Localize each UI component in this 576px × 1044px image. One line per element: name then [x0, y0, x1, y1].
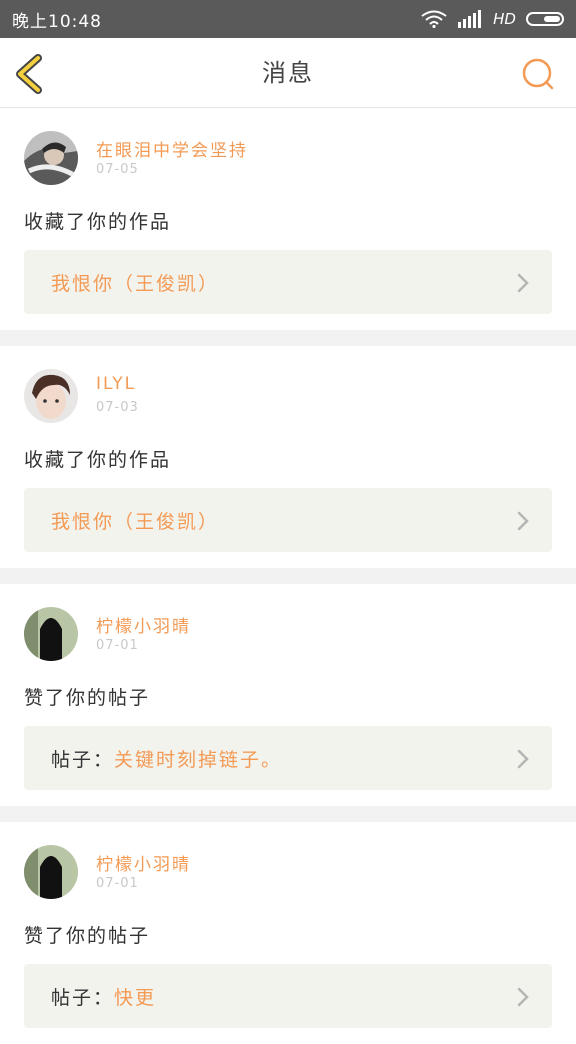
message-card: 柠檬小羽晴 07-01 赞了你的帖子 帖子： 关键时刻掉链子。	[0, 584, 576, 806]
ref-label: 帖子：	[51, 986, 115, 1009]
search-icon[interactable]	[520, 56, 556, 92]
user-name[interactable]: ILYL	[96, 374, 136, 394]
ref-title: 我恨你（王俊凯）	[51, 510, 220, 533]
status-bar: 晚上10:48 HD	[0, 0, 576, 38]
reference-link[interactable]: 我恨你（王俊凯）	[24, 488, 552, 552]
avatar[interactable]	[24, 845, 78, 899]
reference-link[interactable]: 我恨你（王俊凯）	[24, 250, 552, 314]
reference-link[interactable]: 帖子： 关键时刻掉链子。	[24, 726, 552, 790]
message-date: 07-01	[96, 638, 139, 653]
message-card: 在眼泪中学会坚持 07-05 收藏了你的作品 我恨你（王俊凯）	[0, 108, 576, 330]
ref-label: 帖子：	[51, 748, 115, 771]
wifi-icon	[421, 10, 447, 28]
status-time: 晚上10:48	[12, 11, 102, 32]
message-date: 07-05	[96, 162, 139, 177]
message-action: 收藏了你的作品	[24, 449, 172, 471]
message-card: 柠檬小羽晴 07-01 赞了你的帖子 帖子： 快更	[0, 822, 576, 1044]
message-date: 07-01	[96, 876, 139, 891]
avatar[interactable]	[24, 607, 78, 661]
ref-title: 我恨你（王俊凯）	[51, 272, 220, 295]
chevron-right-icon	[517, 511, 529, 531]
chevron-right-icon	[517, 987, 529, 1007]
user-name[interactable]: 在眼泪中学会坚持	[96, 136, 248, 161]
message-action: 赞了你的帖子	[24, 925, 151, 947]
ref-title: 关键时刻掉链子。	[114, 748, 283, 771]
app-header: 消息	[0, 38, 576, 108]
ref-title: 快更	[114, 986, 157, 1009]
user-name[interactable]: 柠檬小羽晴	[96, 850, 191, 875]
network-type: HD	[493, 10, 516, 28]
message-card: ILYL 07-03 收藏了你的作品 我恨你（王俊凯）	[0, 346, 576, 568]
page-title: 消息	[262, 59, 314, 87]
message-date: 07-03	[96, 400, 139, 415]
chevron-right-icon	[517, 749, 529, 769]
chevron-right-icon	[517, 273, 529, 293]
reference-link[interactable]: 帖子： 快更	[24, 964, 552, 1028]
battery-icon	[526, 12, 564, 26]
message-action: 赞了你的帖子	[24, 687, 151, 709]
avatar[interactable]	[24, 131, 78, 185]
signal-icon	[458, 10, 482, 28]
user-name[interactable]: 柠檬小羽晴	[96, 612, 191, 637]
avatar[interactable]	[24, 369, 78, 423]
message-action: 收藏了你的作品	[24, 211, 172, 233]
